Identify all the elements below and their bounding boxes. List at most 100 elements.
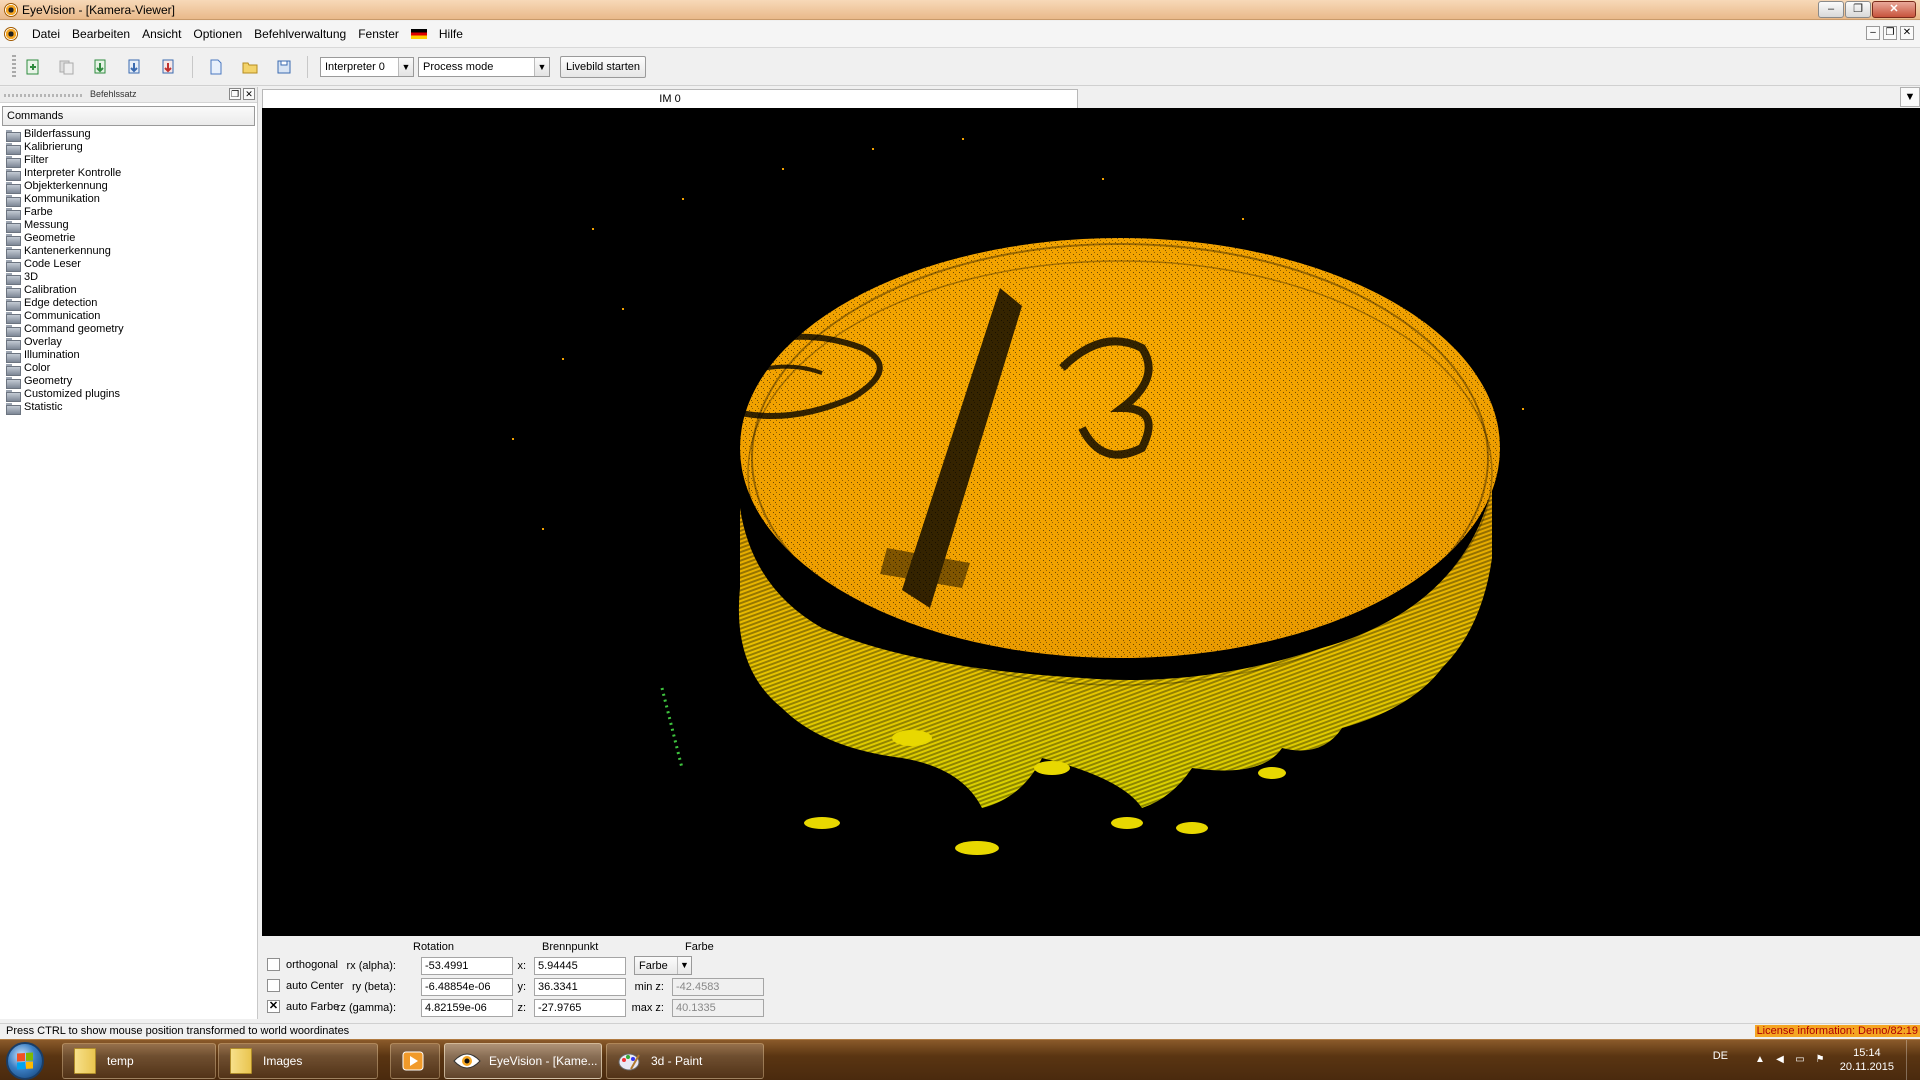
folder-icon: [6, 220, 21, 233]
tree-item[interactable]: Kommunikation: [6, 193, 257, 207]
volume-icon[interactable]: ◀: [1774, 1054, 1786, 1066]
tree-item[interactable]: Bilderfassung: [6, 128, 257, 142]
tab-menu-button[interactable]: ▼: [1900, 87, 1920, 107]
tree-item-label: Kantenerkennung: [24, 245, 111, 257]
tree-item[interactable]: Kantenerkennung: [6, 245, 257, 259]
copy-icon[interactable]: [56, 56, 78, 78]
network-icon[interactable]: ▭: [1794, 1054, 1806, 1066]
z-label: z:: [517, 1002, 526, 1014]
german-flag-icon[interactable]: [410, 29, 427, 39]
tree-item[interactable]: Code Leser: [6, 258, 257, 272]
rz-input[interactable]: [421, 999, 513, 1017]
tree-item[interactable]: Color: [6, 362, 257, 376]
z-input[interactable]: [534, 999, 626, 1017]
taskbar-item-images[interactable]: Images: [218, 1043, 378, 1079]
tree-item[interactable]: Messung: [6, 219, 257, 233]
new-program-icon[interactable]: [22, 56, 44, 78]
menu-befehlverwaltung[interactable]: Befehlverwaltung: [248, 27, 352, 41]
taskbar-item-temp[interactable]: temp: [62, 1043, 216, 1079]
chevron-down-icon[interactable]: ▼: [398, 58, 413, 76]
tree-item[interactable]: Filter: [6, 154, 257, 168]
folder-icon: [6, 402, 21, 415]
rx-label: rx (alpha):: [346, 960, 396, 972]
ry-input[interactable]: [421, 978, 513, 996]
system-menu-icon[interactable]: [4, 27, 18, 41]
taskbar-item-eyevision[interactable]: EyeVision - [Kame...: [444, 1043, 602, 1079]
clock[interactable]: 15:14 20.11.2015: [1840, 1046, 1894, 1074]
tree-item[interactable]: Customized plugins: [6, 388, 257, 402]
interpreter-select[interactable]: Interpreter 0 ▼: [320, 57, 414, 77]
show-hidden-icons-icon[interactable]: ▲: [1754, 1054, 1766, 1066]
folder-icon: [6, 246, 21, 259]
tree-item[interactable]: Interpreter Kontrolle: [6, 167, 257, 181]
checkbox-box[interactable]: [267, 979, 280, 992]
dock-grip[interactable]: [4, 94, 84, 97]
tree-item[interactable]: 3D: [6, 271, 257, 285]
ry-label: ry (beta):: [351, 981, 396, 993]
save-icon[interactable]: [273, 56, 295, 78]
tree-item[interactable]: Calibration: [6, 284, 257, 298]
window-controls: – ❐ ✕: [1818, 1, 1916, 18]
tree-item[interactable]: Geometrie: [6, 232, 257, 246]
taskbar-item-label: Images: [263, 1054, 303, 1068]
auto-farbe-checkbox[interactable]: ✕ auto Farbe: [267, 1000, 339, 1013]
clock-date: 20.11.2015: [1839, 1061, 1894, 1073]
farbe-select[interactable]: Farbe ▼: [634, 956, 692, 975]
orthogonal-checkbox[interactable]: orthogonal: [267, 958, 338, 971]
clock-time: 15:14: [1853, 1047, 1881, 1059]
show-desktop-button[interactable]: [1906, 1040, 1920, 1080]
mdi-restore-button[interactable]: ❐: [1883, 26, 1897, 40]
rx-input[interactable]: [421, 957, 513, 975]
dock-close-button[interactable]: ✕: [243, 88, 255, 100]
mode-select[interactable]: Process mode ▼: [418, 57, 550, 77]
folder-icon: [6, 259, 21, 272]
chevron-down-icon[interactable]: ▼: [677, 957, 691, 974]
tree-item[interactable]: Objekterkennung: [6, 180, 257, 194]
open-folder-icon[interactable]: [239, 56, 261, 78]
toolbar-grip[interactable]: [12, 55, 16, 79]
folder-icon: [6, 350, 21, 363]
menu-ansicht[interactable]: Ansicht: [136, 27, 187, 41]
tree-item[interactable]: Command geometry: [6, 323, 257, 337]
menu-fenster[interactable]: Fenster: [352, 27, 405, 41]
x-input[interactable]: [534, 957, 626, 975]
dock-float-button[interactable]: ❐: [229, 88, 241, 100]
tree-item[interactable]: Geometry: [6, 375, 257, 389]
language-indicator[interactable]: DE: [1713, 1050, 1728, 1062]
restore-button[interactable]: ❐: [1845, 1, 1871, 18]
tree-item[interactable]: Edge detection: [6, 297, 257, 311]
delete-command-icon[interactable]: [158, 56, 180, 78]
auto-center-checkbox[interactable]: auto Center: [267, 979, 343, 992]
mdi-minimize-button[interactable]: –: [1866, 26, 1880, 40]
tree-item[interactable]: Communication: [6, 310, 257, 324]
chevron-down-icon[interactable]: ▼: [534, 58, 549, 76]
taskbar-item-media-player[interactable]: [390, 1043, 440, 1079]
tree-item[interactable]: Illumination: [6, 349, 257, 363]
tab-im0[interactable]: IM 0: [262, 89, 1078, 108]
tree-item[interactable]: Kalibrierung: [6, 141, 257, 155]
start-button[interactable]: [6, 1042, 44, 1080]
point-cloud-canvas[interactable]: [262, 108, 1920, 936]
taskbar-item-paint[interactable]: 3d - Paint: [606, 1043, 764, 1079]
livebild-starten-button[interactable]: Livebild starten: [560, 56, 646, 78]
commands-header[interactable]: Commands: [2, 106, 255, 126]
tree-item[interactable]: Overlay: [6, 336, 257, 350]
insert-below-icon[interactable]: [124, 56, 146, 78]
checkbox-box[interactable]: ✕: [267, 1000, 280, 1013]
action-center-icon[interactable]: ⚑: [1814, 1054, 1826, 1066]
point-cloud-viewport[interactable]: [262, 108, 1920, 936]
menu-datei[interactable]: Datei: [26, 27, 66, 41]
mdi-close-button[interactable]: ✕: [1900, 26, 1914, 40]
tree-item-label: Kommunikation: [24, 193, 100, 205]
menu-hilfe[interactable]: Hilfe: [433, 27, 469, 41]
new-file-icon[interactable]: [205, 56, 227, 78]
checkbox-box[interactable]: [267, 958, 280, 971]
move-down-icon[interactable]: [90, 56, 112, 78]
close-button[interactable]: ✕: [1872, 1, 1916, 18]
y-input[interactable]: [534, 978, 626, 996]
tree-item[interactable]: Statistic: [6, 401, 257, 415]
minimize-button[interactable]: –: [1818, 1, 1844, 18]
tree-item[interactable]: Farbe: [6, 206, 257, 220]
menu-optionen[interactable]: Optionen: [187, 27, 248, 41]
menu-bearbeiten[interactable]: Bearbeiten: [66, 27, 136, 41]
